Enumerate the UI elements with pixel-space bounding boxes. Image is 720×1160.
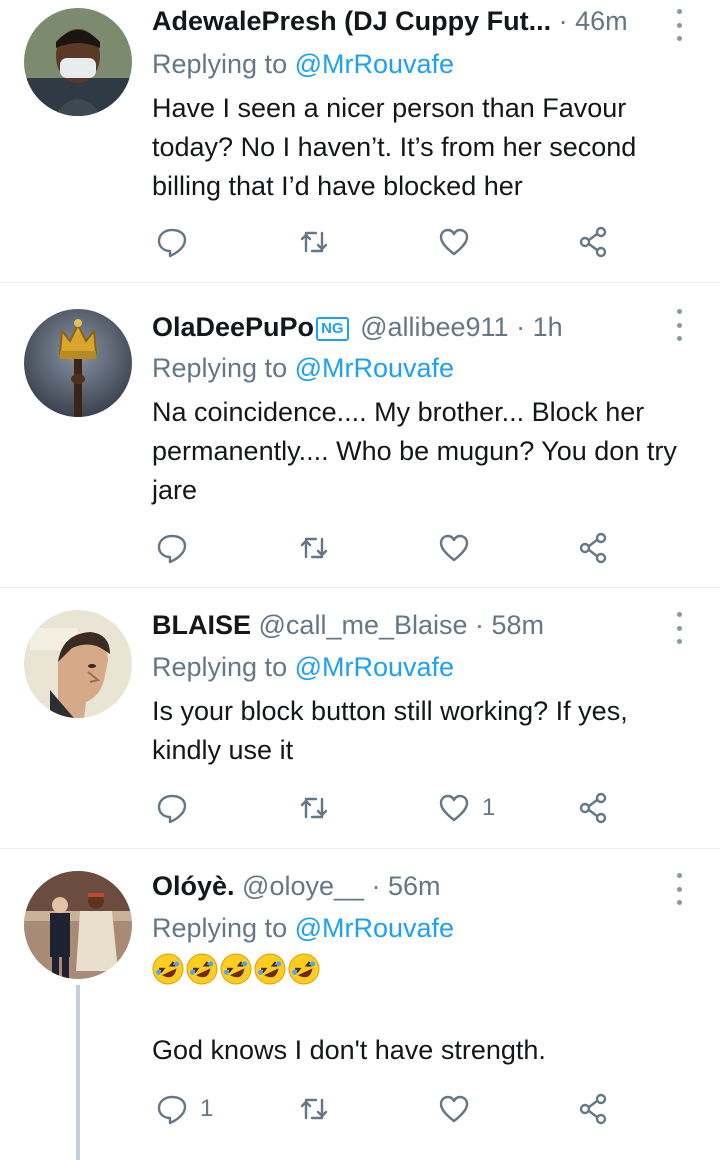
reply-button[interactable]: 1: [156, 1089, 213, 1129]
retweet-icon: [300, 537, 328, 559]
reply-count: 1: [200, 1095, 214, 1122]
tweet-actions: 1: [152, 1089, 632, 1129]
more-options-icon[interactable]: [672, 309, 686, 341]
tweet-text: God knows I don't have strength.: [152, 1035, 546, 1065]
more-options-icon[interactable]: [672, 873, 686, 905]
like-button[interactable]: [438, 1089, 482, 1129]
replying-prefix: Replying to: [152, 913, 295, 943]
tweet-2[interactable]: OlaDeePuPo NG @allibee911 · 1h Replying t…: [0, 283, 720, 587]
like-icon: [439, 534, 469, 562]
share-button[interactable]: [578, 528, 610, 568]
reply-feed: AdewalePresh (DJ Cuppy Fut... · 46m Repl…: [0, 0, 720, 1160]
share-icon: [579, 226, 607, 258]
like-icon: [439, 228, 469, 256]
handle-time: · 46m: [551, 6, 628, 36]
replying-handle[interactable]: @MrRouvafe: [295, 913, 454, 943]
reply-button[interactable]: [156, 788, 200, 828]
country-badge: NG: [316, 317, 349, 341]
tweet-actions: [152, 222, 632, 262]
rolling-laughing-emoji: [220, 953, 252, 985]
tweet-header: OlaDeePuPo NG @allibee911 · 1h: [152, 309, 660, 345]
like-icon: [439, 1095, 469, 1123]
retweet-icon: [300, 1098, 328, 1120]
like-button[interactable]: 1: [438, 788, 495, 828]
retweet-button[interactable]: [298, 788, 330, 828]
rolling-laughing-emoji: [152, 953, 184, 985]
replying-to: Replying to @MrRouvafe: [152, 46, 454, 82]
reply-button[interactable]: [156, 222, 200, 262]
retweet-button[interactable]: [298, 528, 330, 568]
retweet-icon: [300, 231, 328, 253]
tweet-actions: [152, 528, 632, 568]
replying-handle[interactable]: @MrRouvafe: [295, 353, 454, 383]
replying-prefix: Replying to: [152, 652, 295, 682]
replying-to: Replying to @MrRouvafe: [152, 350, 454, 386]
thread-connector: [76, 985, 80, 1160]
replying-handle[interactable]: @MrRouvafe: [295, 49, 454, 79]
replying-prefix: Replying to: [152, 353, 295, 383]
like-button[interactable]: [438, 528, 482, 568]
like-icon: [439, 794, 469, 822]
reply-icon: [157, 1095, 187, 1125]
tweet-header: BLAISE @call_me_Blaise · 58m: [152, 607, 660, 643]
retweet-icon: [300, 797, 328, 819]
replying-to: Replying to @MrRouvafe: [152, 910, 454, 946]
more-options-icon[interactable]: [672, 612, 686, 644]
avatar[interactable]: [24, 8, 132, 116]
display-name[interactable]: Olóyè.: [152, 871, 235, 901]
tweet-text: Have I seen a nicer person than Favour t…: [152, 93, 637, 201]
more-options-icon[interactable]: [672, 9, 686, 41]
share-icon: [579, 532, 607, 564]
share-button[interactable]: [578, 788, 610, 828]
tweet-header: AdewalePresh (DJ Cuppy Fut... · 46m: [152, 3, 660, 39]
tweet-header: Olóyè. @oloye__ · 56m: [152, 868, 660, 904]
share-icon: [579, 792, 607, 824]
display-name[interactable]: OlaDeePuPo: [152, 312, 314, 342]
rolling-laughing-emoji: [254, 953, 286, 985]
handle-time: @oloye__ · 56m: [234, 871, 441, 901]
share-icon: [579, 1093, 607, 1125]
reply-button[interactable]: [156, 528, 200, 568]
avatar[interactable]: [24, 871, 132, 979]
tweet-4[interactable]: Olóyè. @oloye__ · 56m Replying to @MrRou…: [0, 849, 720, 1160]
handle-time: @allibee911 · 1h: [352, 312, 563, 342]
reply-icon: [157, 794, 187, 824]
reply-icon: [157, 228, 187, 258]
retweet-button[interactable]: [298, 1089, 330, 1129]
display-name[interactable]: BLAISE: [152, 610, 251, 640]
rolling-laughing-emoji: [288, 953, 320, 985]
avatar[interactable]: [24, 309, 132, 417]
reply-icon: [157, 534, 187, 564]
tweet-3[interactable]: BLAISE @call_me_Blaise · 58m Replying to…: [0, 588, 720, 848]
tweet-text: Na coincidence.... My brother... Block h…: [152, 397, 677, 505]
share-button[interactable]: [578, 1089, 610, 1129]
emoji-line: [152, 953, 320, 987]
replying-prefix: Replying to: [152, 49, 295, 79]
share-button[interactable]: [578, 222, 610, 262]
retweet-button[interactable]: [298, 222, 330, 262]
rolling-laughing-emoji: [186, 953, 218, 985]
tweet-actions: 1: [152, 788, 632, 828]
handle-time: @call_me_Blaise · 58m: [251, 610, 545, 640]
replying-to: Replying to @MrRouvafe: [152, 649, 454, 685]
tweet-1[interactable]: AdewalePresh (DJ Cuppy Fut... · 46m Repl…: [0, 0, 720, 282]
like-button[interactable]: [438, 222, 482, 262]
like-count: 1: [482, 794, 496, 821]
replying-handle[interactable]: @MrRouvafe: [295, 652, 454, 682]
avatar[interactable]: [24, 610, 132, 718]
display-name[interactable]: AdewalePresh (DJ Cuppy Fut...: [152, 6, 551, 36]
tweet-text: Is your block button still working? If y…: [152, 696, 628, 765]
